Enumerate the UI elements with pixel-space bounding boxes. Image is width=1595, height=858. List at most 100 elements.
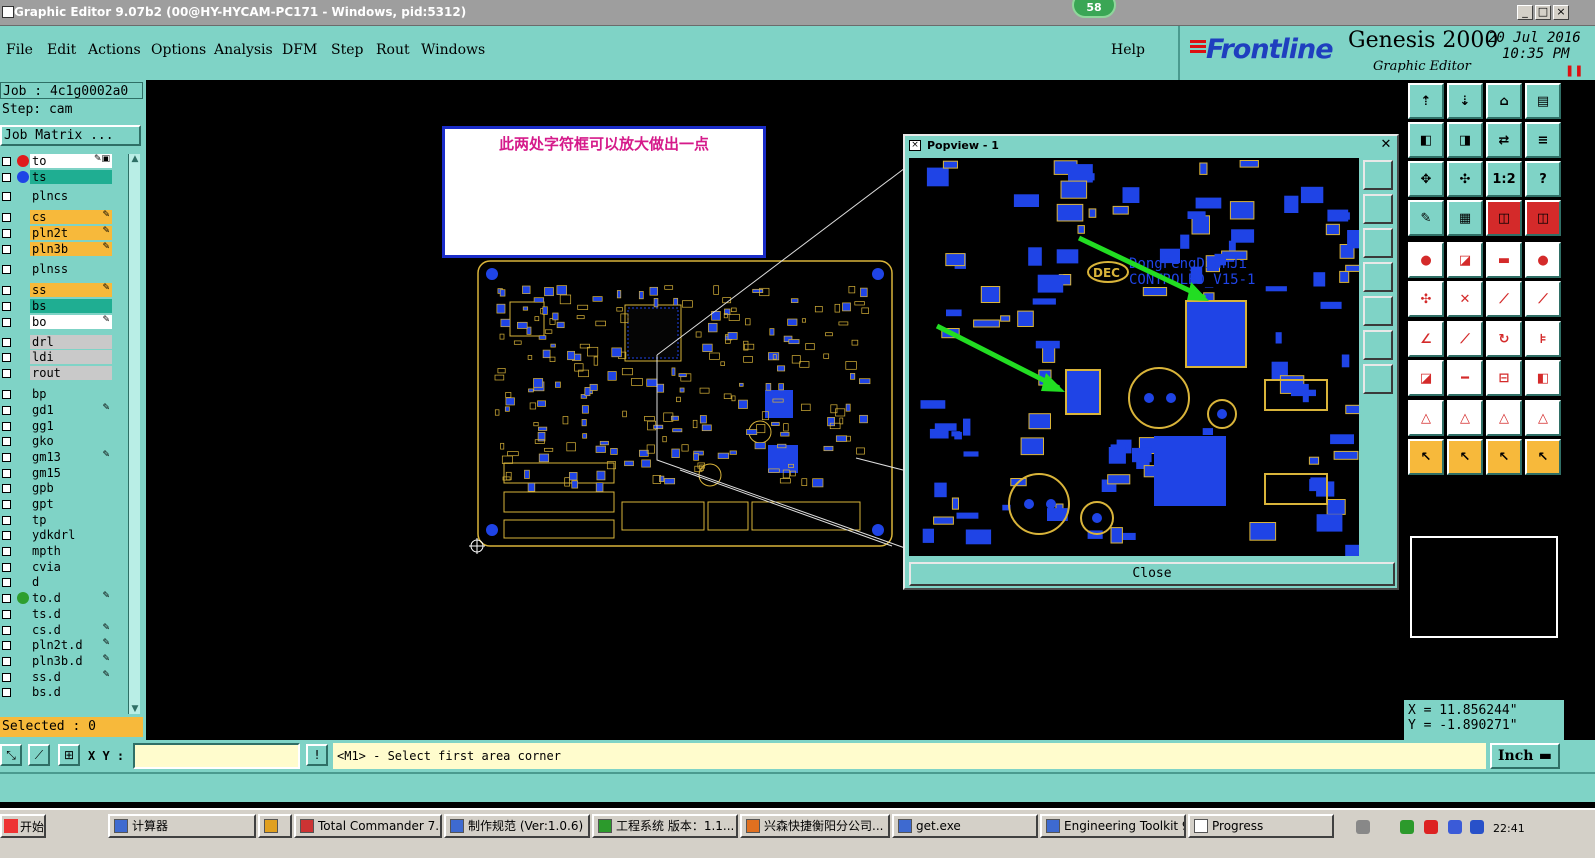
tool-button-0-1[interactable]: ⇣ — [1447, 83, 1483, 119]
layer-row[interactable]: gpb — [0, 481, 116, 495]
layer-row[interactable]: tp — [0, 513, 116, 527]
tool-button-6-1[interactable]: ⟋ — [1447, 321, 1483, 357]
layer-row[interactable]: rout — [0, 366, 116, 380]
layer-checkbox[interactable] — [2, 406, 11, 415]
layer-row[interactable]: drl — [0, 335, 116, 349]
layer-row[interactable]: gm13 ✎ — [0, 450, 116, 464]
layer-row[interactable]: bs — [0, 299, 116, 313]
tool-button-7-2[interactable]: ⊟ — [1486, 360, 1522, 396]
tool-button-3-1[interactable]: ▦ — [1447, 200, 1483, 236]
layer-name[interactable]: cvia — [30, 560, 112, 574]
bluetooth-icon[interactable] — [1470, 820, 1484, 834]
layer-name[interactable]: d — [30, 575, 112, 589]
layer-row[interactable]: pln3b ✎ — [0, 242, 116, 256]
layer-name[interactable]: cs.d — [30, 623, 112, 637]
tool-button-0-2[interactable]: ⌂ — [1486, 83, 1522, 119]
tool-button-1-2[interactable]: ⇄ — [1486, 122, 1522, 158]
popview-tool-6[interactable] — [1363, 330, 1393, 360]
task-get-exe[interactable]: get.exe — [892, 814, 1038, 838]
layer-checkbox[interactable] — [2, 688, 11, 697]
tool-button-8-3[interactable]: △ — [1525, 400, 1561, 436]
layer-checkbox[interactable] — [2, 563, 11, 572]
measure-icon[interactable]: ⟋ — [28, 744, 50, 766]
tool-button-7-3[interactable]: ◧ — [1525, 360, 1561, 396]
layer-name[interactable]: to.d — [30, 591, 112, 605]
alert-icon[interactable]: ! — [306, 744, 328, 766]
menu-dfm[interactable]: DFM — [282, 42, 317, 58]
layer-row[interactable]: ts.d — [0, 607, 116, 621]
layer-row[interactable]: bp — [0, 387, 116, 401]
tool-button-4-1[interactable]: ◪ — [1447, 242, 1483, 278]
layer-checkbox[interactable] — [2, 286, 11, 295]
task-browser[interactable]: 兴森快捷衡阳分公司... — [740, 814, 890, 838]
layer-row[interactable]: pln2t ✎ — [0, 226, 116, 240]
layer-checkbox[interactable] — [2, 626, 11, 635]
layer-checkbox[interactable] — [2, 245, 11, 254]
layer-row[interactable]: plncs — [0, 189, 116, 203]
popview-titlebar[interactable]: × Popview - 1 ✕ — [905, 136, 1397, 156]
scroll-up-icon[interactable]: ▲ — [130, 154, 140, 164]
layer-row[interactable]: gko — [0, 434, 116, 448]
tool-button-2-2[interactable]: 1:2 — [1486, 161, 1522, 197]
tool-button-5-1[interactable]: ✕ — [1447, 281, 1483, 317]
task-total-commander[interactable]: Total Commander 7.0 ... — [294, 814, 442, 838]
layer-name[interactable]: gpt — [30, 497, 112, 511]
overview-map[interactable] — [1410, 536, 1558, 638]
layer-checkbox[interactable] — [2, 213, 11, 222]
task-app[interactable] — [258, 814, 292, 838]
layer-row[interactable]: to ✎▣ — [0, 154, 116, 168]
layer-checkbox[interactable] — [2, 302, 11, 311]
tool-button-9-0[interactable]: ↖ — [1408, 439, 1444, 475]
tool-button-5-0[interactable]: ✣ — [1408, 281, 1444, 317]
tool-button-6-0[interactable]: ∠ — [1408, 321, 1444, 357]
tool-button-8-1[interactable]: △ — [1447, 400, 1483, 436]
start-button[interactable]: 开始 — [0, 814, 46, 838]
layer-row[interactable]: cs.d ✎ — [0, 623, 116, 637]
task-engineering-system[interactable]: 工程系统 版本：1.1... — [592, 814, 738, 838]
tool-button-7-0[interactable]: ◪ — [1408, 360, 1444, 396]
layer-row[interactable]: d — [0, 575, 116, 589]
maximize-button[interactable]: □ — [1535, 5, 1551, 20]
layer-checkbox[interactable] — [2, 594, 11, 603]
layer-checkbox[interactable] — [2, 484, 11, 493]
tray-network-icon[interactable] — [1356, 820, 1370, 834]
menu-help[interactable]: Help — [1111, 42, 1145, 58]
layer-name[interactable]: gm13 — [30, 450, 112, 464]
layer-name[interactable]: cs — [30, 210, 112, 224]
layer-row[interactable]: ss.d ✎ — [0, 670, 116, 684]
popview-tool-1[interactable] — [1363, 160, 1393, 190]
layer-name[interactable]: gko — [30, 434, 112, 448]
popview-canvas[interactable]: DongFengDianJi CONTROLBD_V15-1 DEC — [909, 158, 1359, 556]
notification-badge[interactable]: 58 — [1072, 0, 1116, 18]
layer-name[interactable]: pln3b.d — [30, 654, 112, 668]
layer-checkbox[interactable] — [2, 265, 11, 274]
tray-app-icon[interactable] — [1448, 820, 1462, 834]
layer-checkbox[interactable] — [2, 318, 11, 327]
tool-button-7-1[interactable]: ━ — [1447, 360, 1483, 396]
layer-name[interactable]: mpth — [30, 544, 112, 558]
layer-row[interactable]: ydkdrl — [0, 528, 116, 542]
popview-tool-4[interactable] — [1363, 262, 1393, 292]
tool-button-1-0[interactable]: ◧ — [1408, 122, 1444, 158]
layer-name[interactable]: ts — [30, 170, 112, 184]
layer-name[interactable]: ss — [30, 283, 112, 297]
layer-checkbox[interactable] — [2, 657, 11, 666]
layer-row[interactable]: bs.d — [0, 685, 116, 699]
layer-row[interactable]: ldi — [0, 350, 116, 364]
layer-name[interactable]: tp — [30, 513, 112, 527]
layer-name[interactable]: plnss — [30, 262, 112, 276]
layer-row[interactable]: pln3b.d ✎ — [0, 654, 116, 668]
xy-input[interactable] — [133, 743, 300, 769]
layer-row[interactable]: cs ✎ — [0, 210, 116, 224]
tool-button-8-0[interactable]: △ — [1408, 400, 1444, 436]
tool-button-5-3[interactable]: ⟋ — [1525, 281, 1561, 317]
layer-row[interactable]: gg1 — [0, 419, 116, 433]
popview-tool-2[interactable] — [1363, 194, 1393, 224]
layer-checkbox[interactable] — [2, 531, 11, 540]
popview-close-icon[interactable]: ✕ — [1379, 138, 1393, 152]
layer-name[interactable]: bo — [30, 315, 112, 329]
tray-security-icon[interactable] — [1424, 820, 1438, 834]
menu-analysis[interactable]: Analysis — [214, 42, 273, 58]
layer-checkbox[interactable] — [2, 516, 11, 525]
unit-select[interactable]: Inch ▬ — [1490, 743, 1560, 769]
